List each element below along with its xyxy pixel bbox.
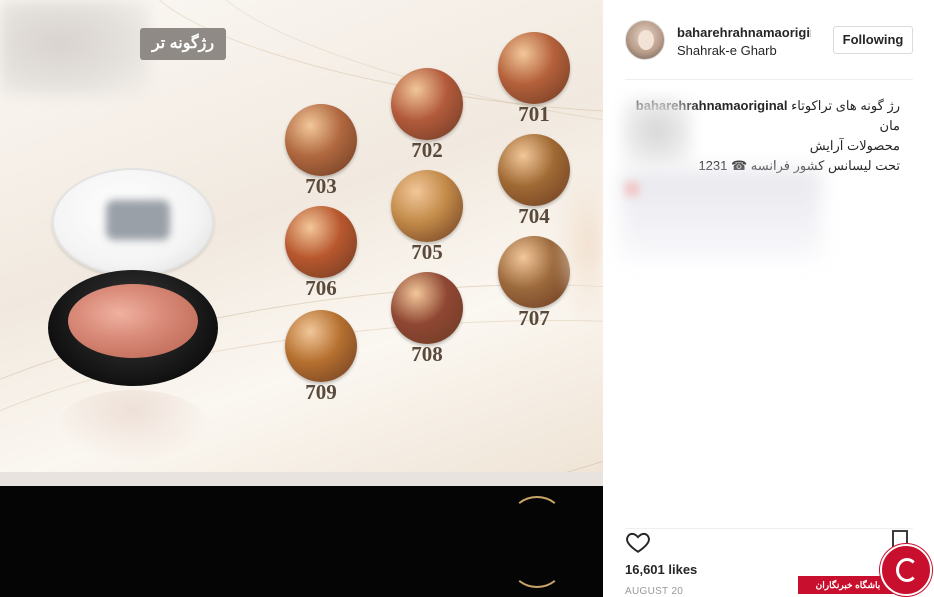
shade-number: 705 xyxy=(411,240,443,264)
shade-ball xyxy=(285,310,357,382)
post-image[interactable]: رژگونه تر 701 702 703 704 705 706 707 708 709 xyxy=(0,0,603,597)
blush-compact-image xyxy=(48,168,218,460)
post-header: baharehrahnamaoriginal Shahrak-e Gharb F… xyxy=(625,16,913,80)
shade-swatch: 708 xyxy=(387,272,467,366)
compact-lid xyxy=(52,168,214,276)
shade-number: 709 xyxy=(305,380,337,404)
shade-swatch: 709 xyxy=(281,310,361,404)
avatar-face xyxy=(638,30,654,50)
blurred-region xyxy=(621,96,693,166)
shade-ball xyxy=(391,272,463,344)
shade-ball xyxy=(285,104,357,176)
shade-number: 701 xyxy=(518,102,550,126)
shade-ball xyxy=(391,68,463,140)
shade-number: 708 xyxy=(411,342,443,366)
agency-logo-icon xyxy=(880,544,932,596)
shade-swatch: 703 xyxy=(281,104,361,198)
agency-logo-mark xyxy=(896,558,918,582)
gold-arc-decor xyxy=(512,496,562,536)
instagram-post-view: رژگونه تر 701 702 703 704 705 706 707 708 709 ba… xyxy=(0,0,934,597)
shade-swatch: 705 xyxy=(387,170,467,264)
shade-ball xyxy=(391,170,463,242)
compact-blush-powder xyxy=(68,284,198,358)
shade-ball xyxy=(285,206,357,278)
shade-swatch: 706 xyxy=(281,206,361,300)
blurred-logo xyxy=(0,0,150,96)
shade-number: 706 xyxy=(305,276,337,300)
promo-title: رژگونه تر xyxy=(140,28,226,60)
caption-text: رژ گونه های تراکوتاء xyxy=(791,98,900,113)
shade-number: 703 xyxy=(305,174,337,198)
image-bottom-band xyxy=(0,472,603,597)
shade-swatch: 702 xyxy=(387,68,467,162)
location-link[interactable]: Shahrak-e Gharb xyxy=(677,43,777,58)
shade-swatch: 701 xyxy=(494,32,574,126)
shade-ball xyxy=(498,32,570,104)
gold-arc-decor xyxy=(512,548,562,588)
news-agency-watermark: باشگاه خبرنگاران xyxy=(798,542,934,597)
blurred-region xyxy=(625,182,639,196)
post-date[interactable]: AUGUST 20 xyxy=(625,586,683,597)
following-button[interactable]: Following xyxy=(833,26,913,54)
shade-number: 702 xyxy=(411,138,443,162)
blurred-brand-logo xyxy=(106,200,170,240)
username-link[interactable]: baharehrahnamaoriginal xyxy=(677,25,811,40)
post-sidebar: baharehrahnamaoriginal Shahrak-e Gharb F… xyxy=(603,0,934,597)
blurred-region xyxy=(555,170,603,320)
avatar[interactable] xyxy=(625,20,665,60)
heart-icon[interactable] xyxy=(625,529,651,555)
compact-reflection xyxy=(58,390,208,460)
likes-count[interactable]: 16,601 likes xyxy=(625,562,697,577)
blurred-comments xyxy=(621,170,821,260)
